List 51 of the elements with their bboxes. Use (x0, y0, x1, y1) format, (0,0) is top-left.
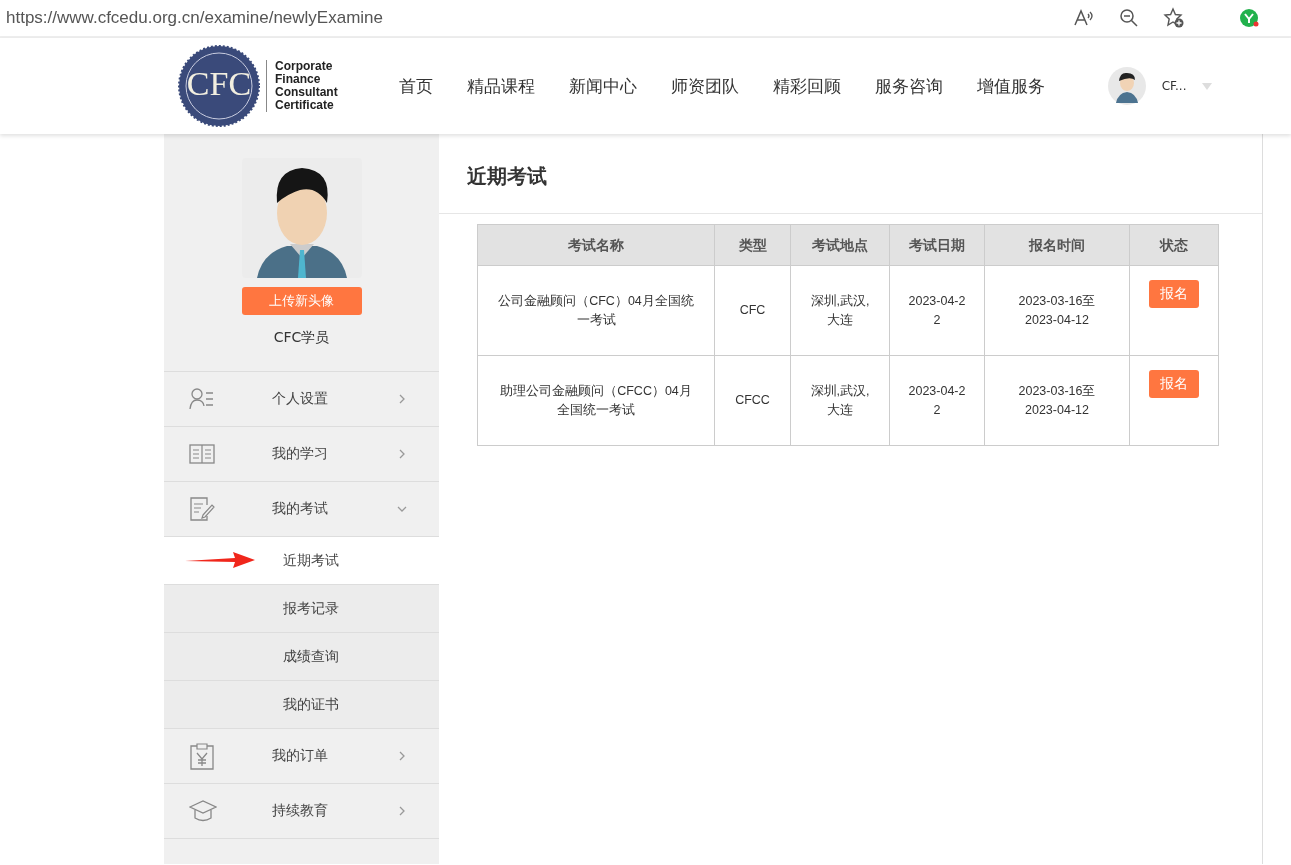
person-list-icon (189, 388, 215, 410)
table-cell: CFCC (714, 355, 791, 446)
sidebar-submenu-item[interactable]: 近期考试 (164, 537, 439, 585)
logo-seal-icon (178, 45, 260, 127)
favorites-icon[interactable] (1163, 7, 1185, 29)
column-header: 考试地点 (790, 224, 890, 266)
nav-link[interactable]: 精品课程 (449, 74, 552, 98)
table-cell: 深圳,武汉,大连 (790, 265, 890, 356)
table-cell: 2023-04-22 (889, 355, 985, 446)
table-cell: 2023-04-22 (889, 265, 985, 356)
table-cell: CFC (714, 265, 791, 356)
nav-link[interactable]: 师资团队 (653, 74, 756, 98)
chevron-right-icon (397, 751, 407, 761)
column-header: 类型 (714, 224, 791, 266)
user-name[interactable]: CF... (1161, 79, 1187, 93)
graduation-cap-icon (189, 800, 217, 822)
extension-icon[interactable] (1239, 8, 1259, 28)
sidebar-submenu-item[interactable]: 我的证书 (164, 681, 439, 729)
table-cell: 深圳,武汉,大连 (790, 355, 890, 446)
nav-link[interactable]: 精彩回顾 (755, 74, 858, 98)
nav-link[interactable]: 首页 (381, 74, 450, 98)
column-header: 报名时间 (984, 224, 1130, 266)
page-title: 近期考试 (439, 134, 1262, 214)
chevron-right-icon (397, 806, 407, 816)
logo-mark: CFC (185, 65, 253, 103)
sidebar-menu-item[interactable]: 我的订单 (164, 729, 439, 784)
read-aloud-icon[interactable] (1073, 8, 1095, 28)
nav-link[interactable]: 服务咨询 (857, 74, 960, 98)
chevron-right-icon (397, 449, 407, 459)
table-cell: 公司金融顾问（CFC）04月全国统一考试 (477, 265, 715, 356)
student-name: CFC学员 (273, 329, 330, 347)
table-cell: 2023-03-16至2023-04-12 (984, 265, 1130, 356)
address-bar-url[interactable]: https://www.cfcedu.org.cn/examine/newlyExamine (6, 8, 383, 28)
column-header: 考试日期 (889, 224, 985, 266)
avatar-icon[interactable] (1107, 67, 1146, 105)
document-pencil-icon (189, 496, 215, 522)
chevron-down-icon (397, 504, 407, 514)
nav-link[interactable]: 增值服务 (959, 74, 1062, 98)
sidebar-menu-item[interactable]: 我的学习 (164, 427, 439, 482)
logo-text: Corporate Finance Consultant Certificate (266, 60, 338, 112)
chevron-right-icon (397, 394, 407, 404)
zoom-out-icon[interactable] (1119, 8, 1139, 28)
book-icon (189, 443, 215, 465)
table-cell: 助理公司金融顾问（CFCC）04月全国统一考试 (477, 355, 715, 446)
sidebar-submenu-item[interactable]: 报考记录 (164, 585, 439, 633)
column-header: 状态 (1129, 224, 1219, 266)
nav-link[interactable]: 新闻中心 (551, 74, 654, 98)
sidebar-submenu-item[interactable]: 成绩查询 (164, 633, 439, 681)
column-header: 考试名称 (477, 224, 715, 266)
clipboard-yen-icon (189, 742, 215, 770)
table-cell: 2023-03-16至2023-04-12 (984, 355, 1130, 446)
